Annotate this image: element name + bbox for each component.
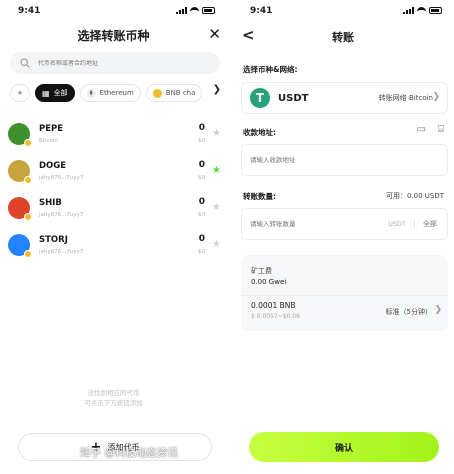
divider (241, 295, 448, 296)
chip-ethereum[interactable]: Ethereum (79, 84, 141, 102)
token-list: PEPE Bitcoin 0 $0 ★ DOGE jahy876...7uyy7… (0, 118, 227, 266)
token-symbol: SHIB (39, 198, 62, 208)
star-filled-icon[interactable]: ★ (212, 165, 221, 176)
address-field[interactable] (241, 144, 448, 176)
chip-ethereum-label: Ethereum (99, 89, 134, 97)
ethereum-icon (86, 88, 96, 98)
token-usd: $0 (198, 249, 205, 255)
token-sub: Bitcoin (39, 138, 58, 144)
status-time: 9:41 (18, 6, 41, 16)
fee-speed-selector[interactable]: 标准（5分钟） (386, 307, 432, 317)
battery-icon (202, 7, 215, 14)
amount-unit: USDT (388, 220, 415, 228)
storj-icon (8, 234, 32, 258)
empty-hint-line: 没找到相应的代币 (87, 389, 140, 397)
star-icon[interactable]: ★ (212, 239, 221, 250)
chevron-down-icon[interactable]: ❯ (210, 84, 221, 95)
token-balance: 0 (198, 123, 205, 133)
shib-icon (8, 197, 32, 221)
chevron-right-icon: ❯ (434, 305, 442, 315)
status-icons (176, 7, 215, 14)
address-input[interactable] (250, 156, 360, 164)
search-bar[interactable] (10, 52, 220, 74)
page-title: 转账 (332, 31, 354, 44)
token-usd: $0 (198, 138, 205, 144)
confirm-button[interactable]: 确认 (249, 432, 439, 462)
token-usd: $0 (198, 212, 205, 218)
page-title: 选择转账币种 (77, 29, 150, 43)
list-item[interactable]: DOGE jahy876...7uyy7 0 $0 ★ (0, 155, 227, 192)
amount-input[interactable] (250, 220, 360, 228)
wifi-icon (417, 7, 426, 14)
address-book-icon[interactable]: ▭ (417, 124, 426, 135)
chevron-right-icon: ❯ (432, 92, 440, 102)
token-sub: jahy876...7uyy7 (39, 212, 84, 218)
token-symbol: USDT (278, 92, 309, 104)
token-symbol: PEPE (39, 124, 64, 134)
network-label: 转账网络 Bitcoin (378, 94, 433, 102)
empty-hint-line: 可点击下方按钮添加 (84, 399, 143, 407)
chip-bnb-label: BNB cha (165, 89, 196, 97)
token-balance: 0 (198, 197, 205, 207)
all-amount-button[interactable]: 全部 (423, 219, 437, 229)
signal-icon (176, 7, 187, 14)
list-item[interactable]: SHIB jahy876...7uyy7 0 $0 ★ (0, 192, 227, 229)
status-time: 9:41 (250, 6, 273, 16)
bnb-icon (152, 88, 162, 98)
favorites-chip[interactable]: ★ (10, 84, 30, 102)
signal-icon (403, 7, 414, 14)
token-symbol: DOGE (39, 161, 67, 171)
token-section-label: 选择币种&网络: (243, 65, 298, 74)
token-sub: jahy876...7uyy7 (39, 175, 84, 181)
token-selector[interactable]: T USDT 转账网络 Bitcoin ❯ (241, 82, 448, 114)
empty-hint: 没找到相应的代币 可点击下方按钮添加 (0, 388, 227, 408)
transfer-panel: 9:41 < 转账 选择币种&网络: T USDT 转账网络 Bitcoin ❯… (232, 0, 454, 474)
chip-bnb[interactable]: BNB cha (145, 84, 203, 102)
scan-icon[interactable]: ⌸ (438, 124, 444, 135)
doge-icon (8, 160, 32, 184)
fee-card: 矿工费 0.00 Gwei 0.0001 BNB $ 0.0057~$0.06 … (241, 255, 448, 331)
wifi-icon (190, 7, 199, 14)
status-icons (403, 7, 442, 14)
chip-all-label: 全部 (53, 89, 68, 97)
pepe-icon (8, 123, 32, 147)
search-icon (20, 58, 30, 68)
battery-icon (429, 7, 442, 14)
star-icon[interactable]: ★ (212, 128, 221, 139)
fee-label: 矿工费 (251, 267, 272, 275)
fee-gwei: 0.00 Gwei (251, 278, 287, 286)
list-item[interactable]: STORJ jahy876...7uyy7 0 $0 ★ (0, 229, 227, 266)
search-input[interactable] (38, 59, 208, 67)
grid-icon: ▦ (42, 88, 50, 98)
star-icon[interactable]: ★ (212, 202, 221, 213)
token-sub: jahy876...7uyy7 (39, 249, 84, 255)
token-balance: 0 (198, 234, 205, 244)
usdt-icon: T (250, 88, 270, 108)
amount-field[interactable]: USDT 全部 (241, 208, 448, 240)
star-icon: ★ (16, 89, 24, 97)
chain-filter: ★ ▦ 全部 Ethereum BNB cha (10, 83, 227, 103)
token-symbol: STORJ (39, 235, 68, 245)
select-token-panel: 9:41 选择转账币种 ✕ ★ ▦ 全部 Ethereum BNB cha ❯ … (0, 0, 227, 474)
address-label: 收款地址: (243, 128, 276, 137)
fee-amount: 0.0001 BNB (251, 301, 296, 310)
address-tools: ▭ ⌸ (417, 124, 444, 135)
token-balance: 0 (198, 160, 205, 170)
amount-label: 转账数量: (243, 192, 276, 201)
fee-usd-range: $ 0.0057~$0.06 (251, 313, 300, 320)
available-balance: 可用：0.00 USDT (385, 192, 444, 200)
token-usd: $0 (198, 175, 205, 181)
close-icon[interactable]: ✕ (208, 25, 221, 43)
chip-all[interactable]: ▦ 全部 (35, 84, 75, 102)
list-item[interactable]: PEPE Bitcoin 0 $0 ★ (0, 118, 227, 155)
watermark: 知乎 @科技动态资讯 (80, 447, 178, 459)
